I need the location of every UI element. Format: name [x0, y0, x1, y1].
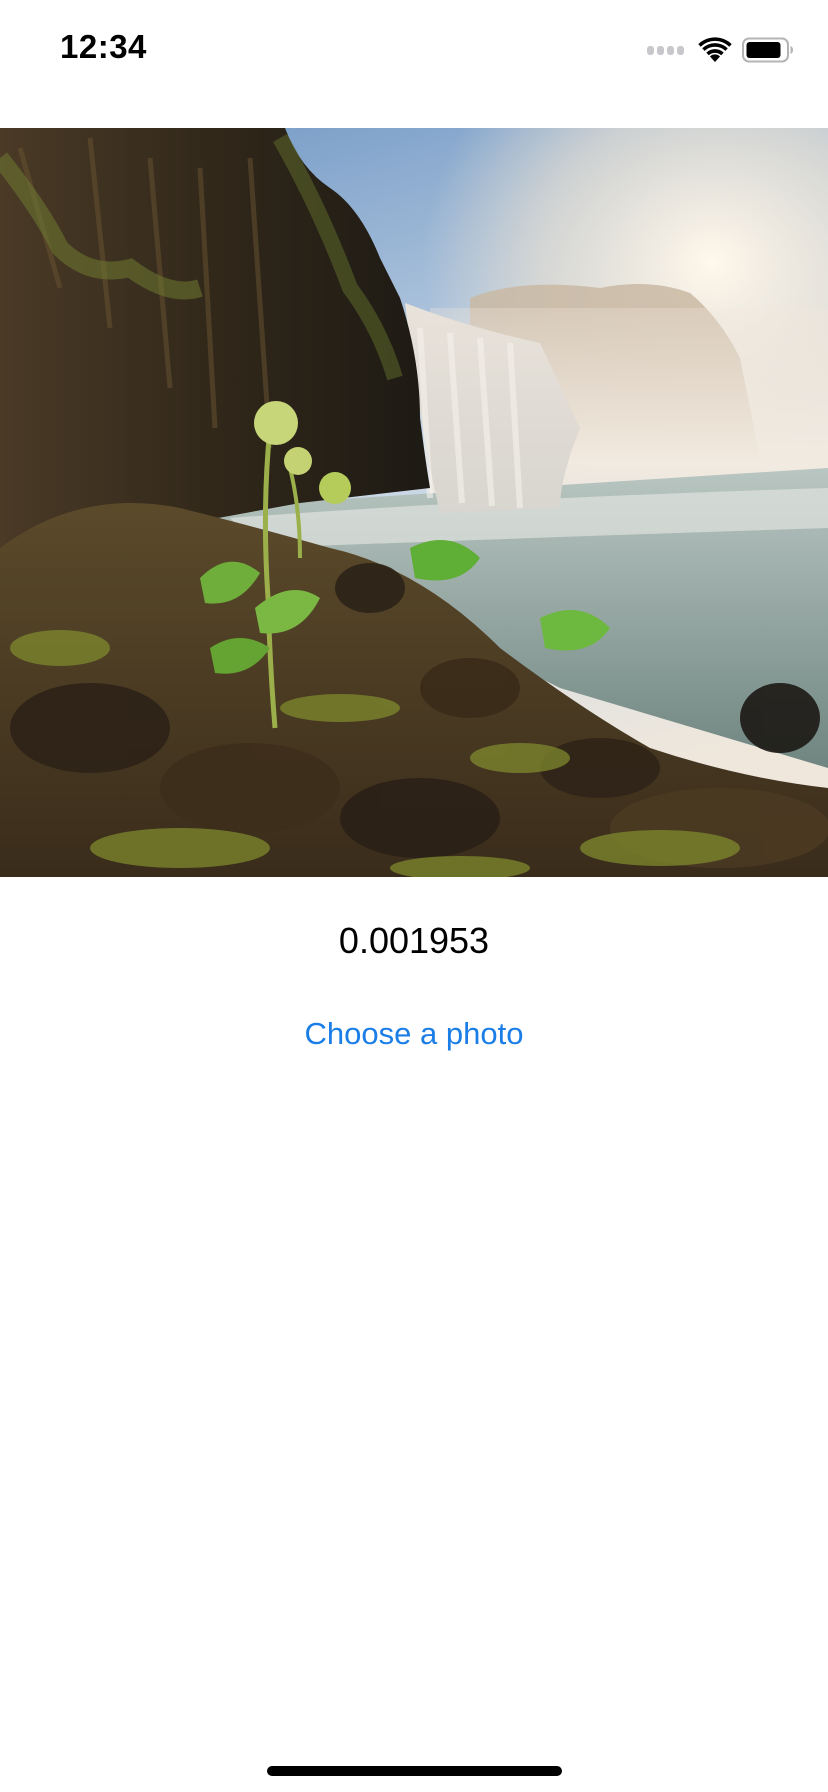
result-value: 0.001953 — [338, 920, 490, 961]
choose-photo-button[interactable]: Choose a photo — [264, 1010, 564, 1058]
status-bar: 12:34 — [0, 0, 828, 100]
wifi-icon — [698, 37, 732, 62]
cellular-signal-icon — [647, 45, 684, 55]
status-time: 12:34 — [60, 28, 147, 65]
waterfall-photo — [0, 128, 828, 877]
home-indicator[interactable] — [267, 1766, 562, 1776]
status-icons — [647, 36, 794, 64]
battery-icon — [742, 37, 793, 63]
